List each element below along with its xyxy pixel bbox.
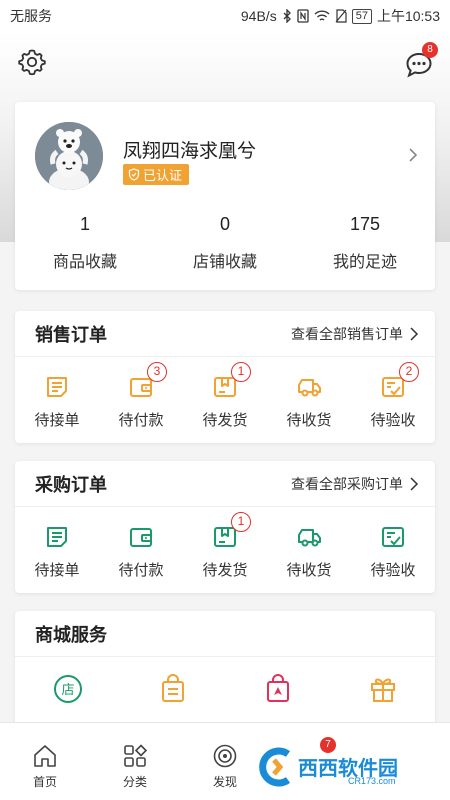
purchase-orders-title: 采购订单 bbox=[35, 474, 107, 495]
messages-button[interactable]: 8 bbox=[402, 42, 438, 80]
carrier-text: 无服务 bbox=[10, 8, 52, 24]
purchase-orders-header: 采购订单 查看全部采购订单 bbox=[15, 461, 435, 507]
watermark-subtext: CR173.com bbox=[348, 776, 396, 786]
order-status-label: 待发货 bbox=[202, 562, 248, 579]
stat-label: 我的足迹 bbox=[332, 254, 397, 271]
nfc-icon bbox=[297, 9, 309, 23]
order-count-badge: 2 bbox=[399, 362, 419, 382]
order-status-label: 待接单 bbox=[34, 412, 80, 429]
gift-icon bbox=[370, 678, 395, 702]
mall-service-header: 商城服务 bbox=[15, 611, 435, 657]
no-sim-icon bbox=[335, 9, 347, 23]
tab-category[interactable]: 分类 bbox=[90, 723, 180, 800]
order-status-label: 待验收 bbox=[370, 562, 416, 579]
sales-orders-title: 销售订单 bbox=[35, 324, 107, 345]
check-doc-icon bbox=[382, 527, 404, 547]
order-list-icon bbox=[47, 377, 67, 397]
truck-icon bbox=[298, 529, 321, 547]
verified-label: 已认证 bbox=[143, 168, 183, 183]
order-status-item[interactable]: 待收货 bbox=[267, 507, 351, 593]
chevron-right-icon bbox=[410, 326, 419, 341]
gear-icon bbox=[18, 49, 46, 76]
order-status-item[interactable]: 待付款 3 bbox=[99, 357, 183, 443]
network-speed: 94B/s bbox=[240, 8, 277, 24]
stat-footprints[interactable]: 175 我的足迹 bbox=[295, 210, 435, 272]
home-icon bbox=[34, 745, 56, 767]
mall-service-row: 店 bbox=[15, 657, 435, 710]
mall-service-title: 商城服务 bbox=[35, 624, 107, 645]
avatar[interactable] bbox=[35, 122, 103, 190]
stat-value: 175 bbox=[349, 214, 381, 234]
clock: 上午10:53 bbox=[376, 8, 440, 24]
order-status-label: 待验收 bbox=[370, 412, 416, 429]
sales-orders-card: 销售订单 查看全部销售订单 待接单 待付款 3 待发货 1 待收货 待验收 2 bbox=[15, 311, 435, 443]
stat-value: 1 bbox=[79, 214, 90, 234]
bear-avatar-image bbox=[35, 122, 103, 190]
tab-label: 分类 bbox=[122, 775, 147, 789]
order-count-badge: 1 bbox=[231, 362, 251, 382]
order-status-label: 待收货 bbox=[286, 412, 332, 429]
order-count-badge: 1 bbox=[231, 512, 251, 532]
tab-home[interactable]: 首页 bbox=[0, 723, 90, 800]
service-location-bag[interactable] bbox=[225, 673, 330, 710]
order-status-label: 待付款 bbox=[118, 412, 164, 429]
order-status-label: 待收货 bbox=[286, 562, 332, 579]
verified-badge: 已认证 bbox=[123, 164, 190, 185]
status-bar: 无服务 94B/s 57 上午10:53 bbox=[0, 0, 450, 32]
sales-orders-header: 销售订单 查看全部销售订单 bbox=[15, 311, 435, 357]
order-status-label: 待付款 bbox=[118, 562, 164, 579]
order-status-item[interactable]: 待发货 1 bbox=[183, 357, 267, 443]
stat-shop-favorites[interactable]: 0 店铺收藏 bbox=[155, 210, 295, 272]
purchase-orders-card: 采购订单 查看全部采购订单 待接单 待付款 待发货 1 待收货 待验收 bbox=[15, 461, 435, 593]
wifi-icon bbox=[314, 9, 330, 21]
site-watermark: 西西软件园 CR173.com bbox=[252, 738, 442, 796]
stat-value: 0 bbox=[219, 214, 230, 234]
order-status-item[interactable]: 待接单 bbox=[15, 507, 99, 593]
chevron-right-icon[interactable] bbox=[407, 146, 419, 164]
status-icons: 94B/s 57 上午10:53 bbox=[241, 6, 440, 26]
view-all-label: 查看全部采购订单 bbox=[291, 475, 403, 492]
sales-order-status-row: 待接单 待付款 3 待发货 1 待收货 待验收 2 bbox=[15, 357, 435, 443]
category-icon bbox=[124, 744, 148, 767]
purchase-order-status-row: 待接单 待付款 待发货 1 待收货 待验收 bbox=[15, 507, 435, 593]
service-gift[interactable] bbox=[330, 673, 435, 710]
stat-label: 店铺收藏 bbox=[192, 254, 257, 271]
store-icon: 店 bbox=[53, 675, 82, 703]
order-status-item[interactable]: 待付款 bbox=[99, 507, 183, 593]
shopping-bag-icon bbox=[161, 674, 184, 702]
order-status-item[interactable]: 待接单 bbox=[15, 357, 99, 443]
bluetooth-icon bbox=[283, 9, 291, 23]
stat-label: 商品收藏 bbox=[52, 254, 117, 271]
service-shopping-bag[interactable] bbox=[120, 673, 225, 710]
view-all-purchase-orders-link[interactable]: 查看全部采购订单 bbox=[291, 474, 419, 494]
chevron-right-icon bbox=[410, 476, 419, 491]
truck-icon bbox=[298, 379, 321, 397]
stats-row: 1 商品收藏 0 店铺收藏 175 我的足迹 bbox=[15, 210, 435, 272]
username: 凤翔四海求凰兮 bbox=[123, 141, 257, 162]
order-status-label: 待发货 bbox=[202, 412, 248, 429]
battery-level: 57 bbox=[351, 8, 372, 24]
order-count-badge: 3 bbox=[147, 362, 167, 382]
watermark-logo-icon bbox=[259, 747, 291, 787]
order-list-icon bbox=[47, 527, 67, 547]
view-all-label: 查看全部销售订单 bbox=[291, 325, 403, 342]
location-bag-icon bbox=[266, 674, 289, 702]
settings-button[interactable] bbox=[16, 46, 48, 78]
order-status-item[interactable]: 待验收 2 bbox=[351, 357, 435, 443]
order-status-item[interactable]: 待发货 1 bbox=[183, 507, 267, 593]
profile-card: 凤翔四海求凰兮 已认证 1 商品收藏 0 店铺收藏 175 我的足迹 bbox=[15, 102, 435, 290]
tab-label: 首页 bbox=[32, 775, 57, 789]
order-status-item[interactable]: 待收货 bbox=[267, 357, 351, 443]
order-status-item[interactable]: 待验收 bbox=[351, 507, 435, 593]
shield-icon bbox=[128, 168, 140, 181]
view-all-sales-orders-link[interactable]: 查看全部销售订单 bbox=[291, 324, 419, 344]
message-count-badge: 8 bbox=[422, 42, 438, 58]
service-store[interactable]: 店 bbox=[15, 673, 120, 710]
order-status-label: 待接单 bbox=[34, 562, 80, 579]
stat-product-favorites[interactable]: 1 商品收藏 bbox=[15, 210, 155, 272]
svg-text:店: 店 bbox=[61, 683, 74, 698]
wallet-icon bbox=[130, 528, 152, 547]
discover-icon bbox=[213, 744, 237, 768]
